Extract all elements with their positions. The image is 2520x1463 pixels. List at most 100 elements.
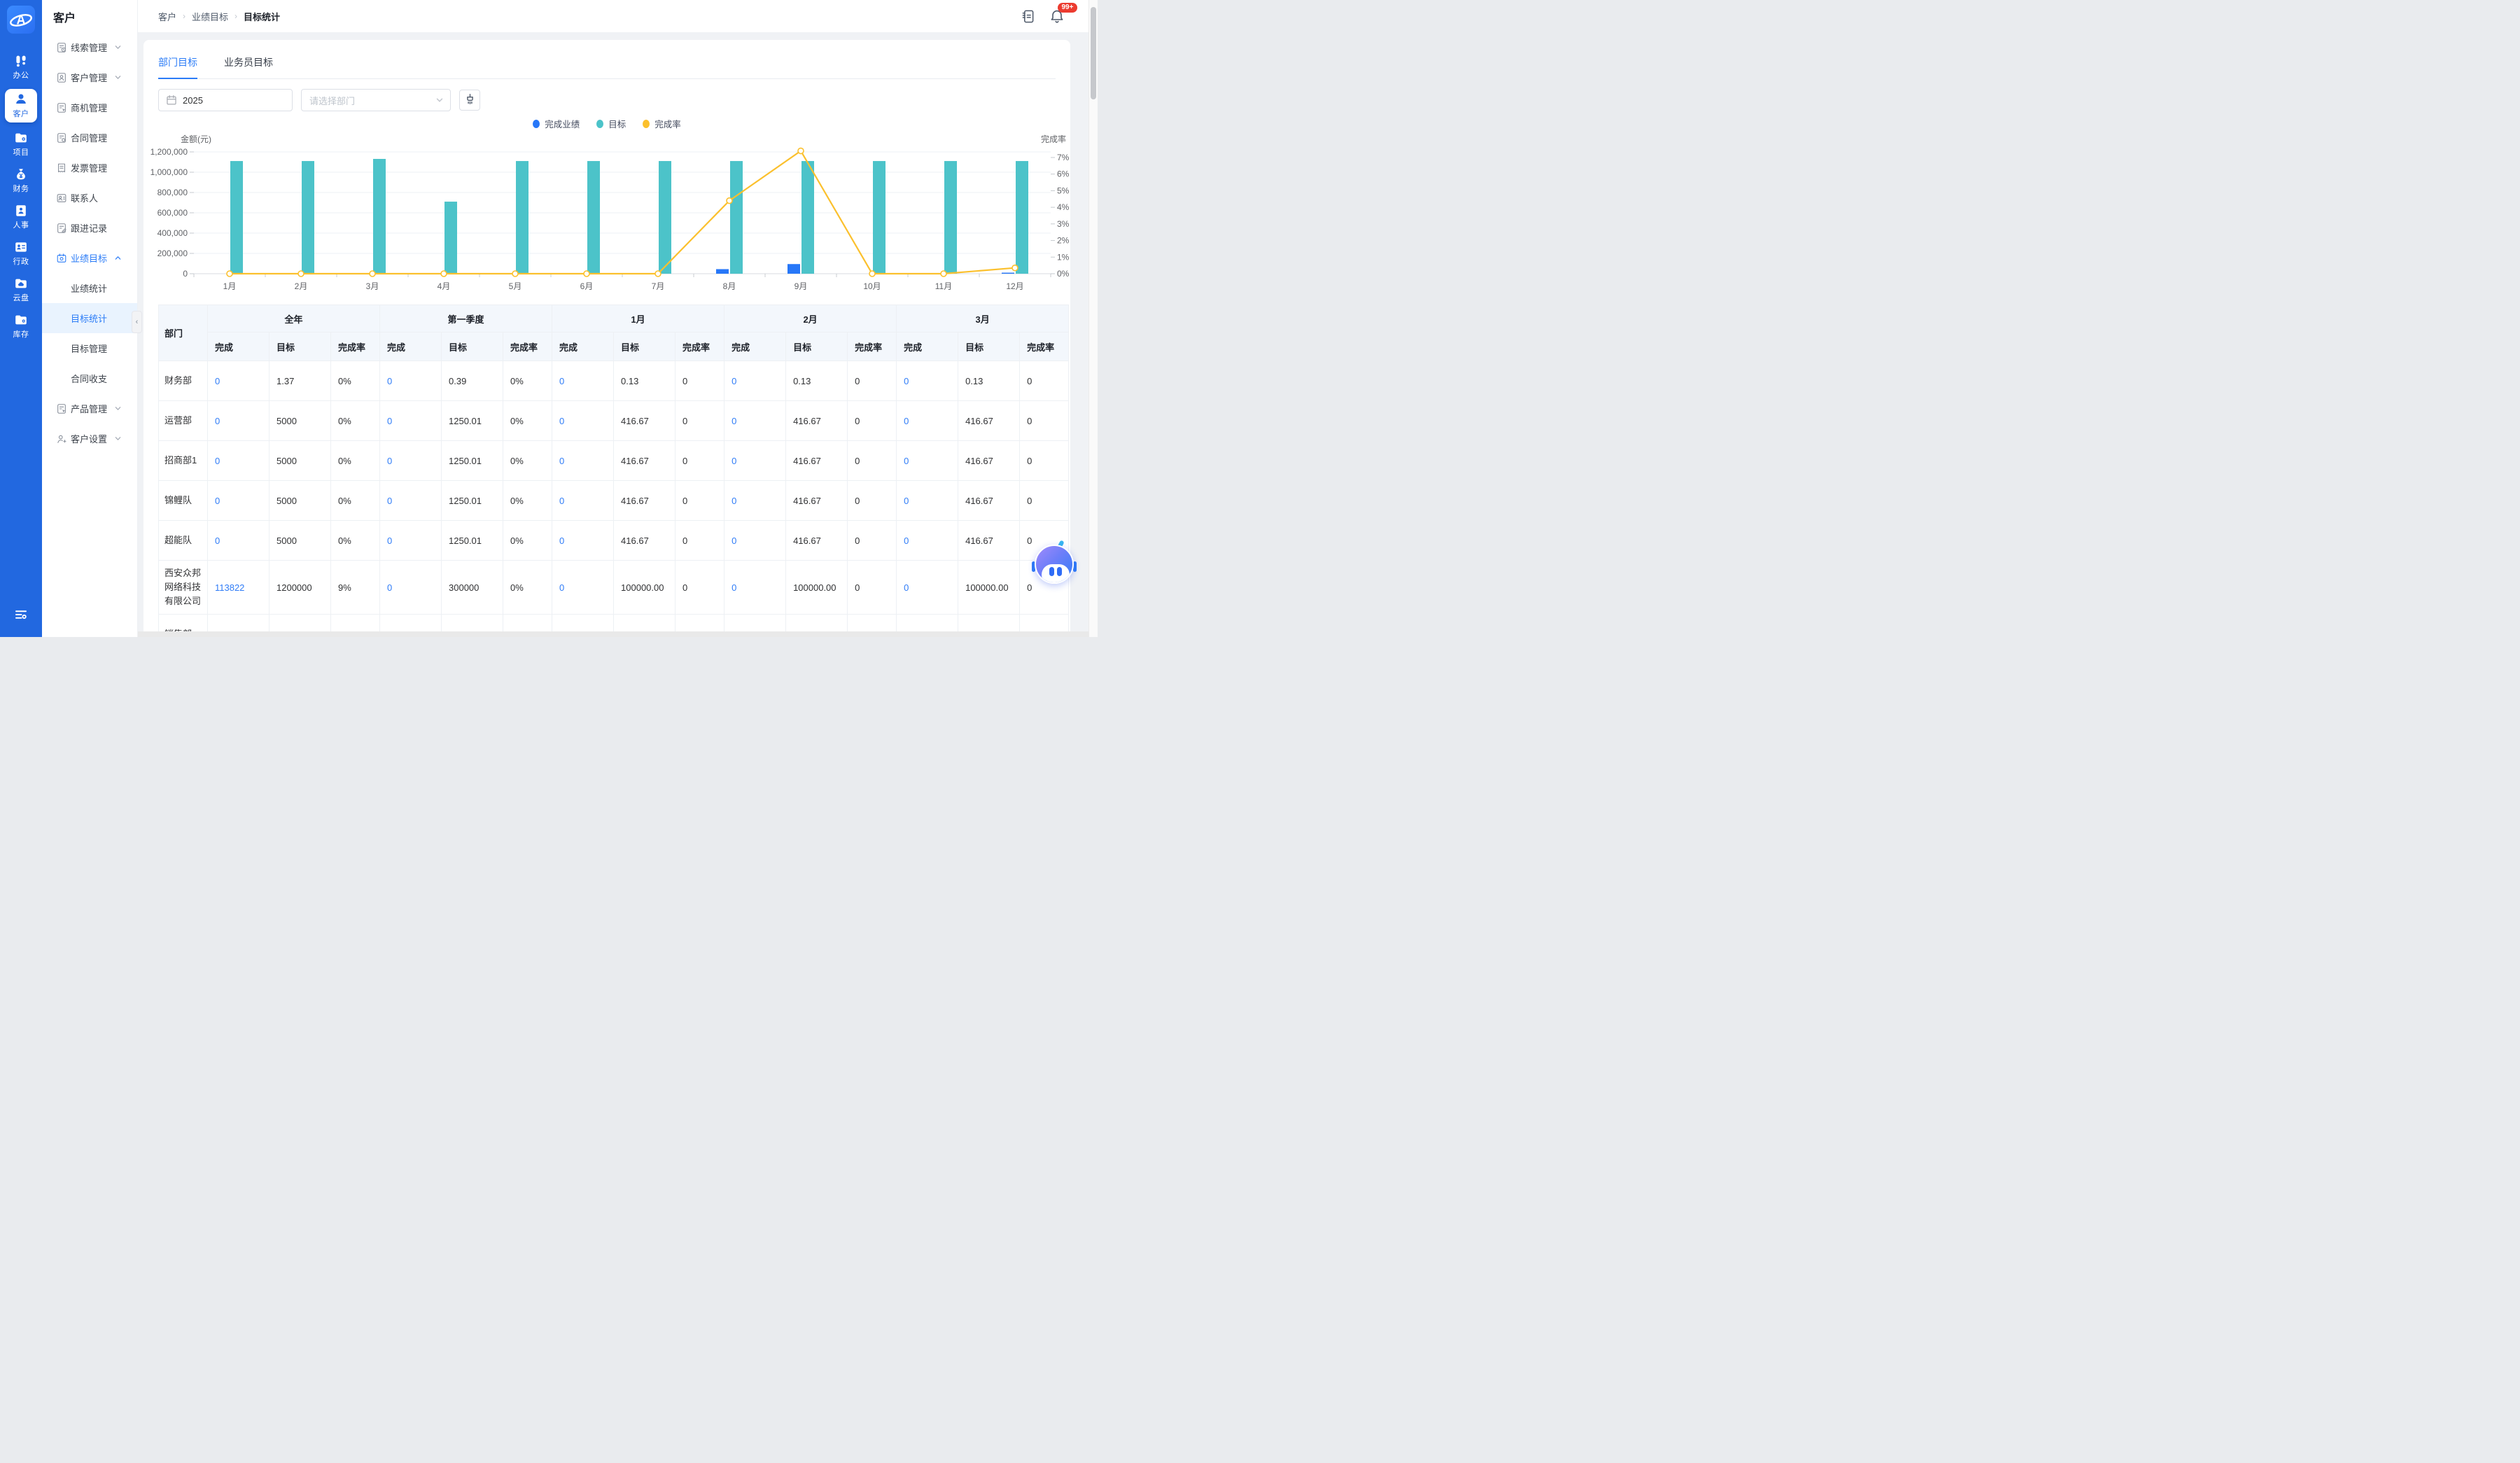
sidebar-item-follow-ups[interactable]: 跟进记录 — [42, 213, 137, 243]
completed-value-link[interactable]: 0 — [552, 401, 614, 441]
project-icon — [14, 131, 28, 145]
vertical-scrollbar-thumb[interactable] — [1091, 7, 1096, 99]
sidebar-item-products[interactable]: 产品管理 — [42, 393, 137, 424]
completed-value-link[interactable]: 0 — [897, 361, 958, 401]
completed-value-link[interactable]: 0 — [380, 441, 442, 481]
sidebar-collapse-handle[interactable]: ‹ — [132, 311, 142, 333]
horizontal-scrollbar[interactable] — [138, 631, 1089, 637]
rail-item-project[interactable]: 项目 — [0, 126, 42, 162]
id-card-icon — [56, 72, 67, 83]
rail-item-cloud-disk[interactable]: 云盘 — [0, 272, 42, 308]
vertical-scrollbar[interactable] — [1088, 0, 1098, 637]
completed-value-link[interactable]: 0 — [724, 521, 786, 561]
completed-value-link[interactable]: 0 — [897, 561, 958, 615]
sidebar-subitem-performance-stats[interactable]: 业绩统计 — [42, 273, 137, 303]
completion-rate-value: 0% — [503, 481, 552, 521]
sidebar-subitem-contract-income-expense[interactable]: 合同收支 — [42, 363, 137, 393]
completed-value-link[interactable]: 0 — [380, 481, 442, 521]
chevron-up-icon — [114, 254, 122, 262]
changelog-notebook-icon[interactable] — [1021, 9, 1035, 24]
rail-collapse-menu-icon[interactable] — [0, 608, 42, 622]
year-picker[interactable] — [158, 89, 293, 111]
completed-value-link[interactable]: 0 — [897, 401, 958, 441]
completion-rate-value: 0% — [331, 361, 380, 401]
completed-value-link[interactable]: 0 — [380, 401, 442, 441]
sidebar-item-contracts[interactable]: 合同管理 — [42, 122, 137, 153]
legend-item[interactable]: 完成业绩 — [533, 117, 580, 130]
sidebar-subitem-label: 目标管理 — [71, 342, 107, 355]
completed-value-link[interactable]: 0 — [380, 361, 442, 401]
rail-item-finance[interactable]: 财务 — [0, 162, 42, 199]
col-subheader: 目标 — [786, 332, 848, 361]
completion-rate-value: 0 — [676, 441, 724, 481]
col-subheader: 目标 — [270, 332, 331, 361]
bar-line-chart-canvas: 0200,000400,000600,000800,0001,000,0001,… — [144, 133, 1070, 305]
sidebar-item-label: 商机管理 — [71, 101, 107, 114]
target-value: 416.67 — [614, 441, 676, 481]
completed-value-link[interactable]: 0 — [208, 441, 270, 481]
sidebar-item-performance-target[interactable]: 业绩目标 — [42, 243, 137, 273]
sidebar-item-customers[interactable]: 客户管理 — [42, 62, 137, 92]
col-subheader: 完成 — [380, 332, 442, 361]
tab-department-target[interactable]: 部门目标 — [158, 41, 197, 78]
sidebar-item-opportunities[interactable]: 商机管理 — [42, 92, 137, 122]
completed-value-link[interactable]: 0 — [552, 561, 614, 615]
completion-rate-value: 0 — [848, 361, 897, 401]
app-logo[interactable]: A — [7, 6, 35, 34]
completed-value-link[interactable]: 0 — [552, 481, 614, 521]
col-subheader: 完成 — [552, 332, 614, 361]
completed-value-link[interactable]: 0 — [897, 441, 958, 481]
rail-item-inventory[interactable]: 库存 — [0, 308, 42, 344]
breadcrumb-item[interactable]: 业绩目标 — [192, 10, 228, 23]
breadcrumb-item[interactable]: 客户 — [158, 10, 176, 23]
rail-item-label: 云盘 — [13, 292, 29, 303]
completed-value-link[interactable]: 0 — [208, 401, 270, 441]
target-statistics-card: 部门目标业务员目标 请选择部门 — [144, 40, 1070, 637]
sidebar-item-invoices[interactable]: 发票管理 — [42, 153, 137, 183]
target-value: 300000 — [442, 561, 503, 615]
svg-text:10月: 10月 — [863, 281, 881, 291]
rail-item-admin[interactable]: 行政 — [0, 235, 42, 272]
completed-value-link[interactable]: 0 — [380, 561, 442, 615]
completion-rate-value: 0 — [848, 441, 897, 481]
target-value: 100000.00 — [614, 561, 676, 615]
svg-text:12月: 12月 — [1006, 281, 1023, 291]
completed-value-link[interactable]: 0 — [552, 441, 614, 481]
completed-value-link[interactable]: 0 — [552, 361, 614, 401]
completed-value-link[interactable]: 0 — [724, 441, 786, 481]
completed-value-link[interactable]: 0 — [724, 481, 786, 521]
sidebar-item-leads[interactable]: 线索管理 — [42, 32, 137, 62]
sidebar-subitem-target-stats[interactable]: 目标统计 — [42, 303, 137, 333]
notifications-bell-icon[interactable]: 99+ — [1050, 9, 1064, 24]
clear-filters-button[interactable] — [459, 90, 480, 111]
department-select[interactable]: 请选择部门 — [301, 89, 451, 111]
doc-arrow-icon — [56, 102, 67, 113]
legend-item[interactable]: 完成率 — [643, 117, 681, 130]
completed-value-link[interactable]: 113822 — [208, 561, 270, 615]
assistant-robot-widget[interactable] — [1033, 543, 1075, 585]
completed-value-link[interactable]: 0 — [208, 481, 270, 521]
sidebar-item-contacts[interactable]: 联系人 — [42, 183, 137, 213]
legend-item[interactable]: 目标 — [596, 117, 626, 130]
sidebar-item-customer-settings[interactable]: 客户设置 — [42, 424, 137, 454]
completed-value-link[interactable]: 0 — [897, 521, 958, 561]
completed-value-link[interactable]: 0 — [380, 521, 442, 561]
rail-item-customer[interactable]: 客户 — [0, 85, 42, 126]
sidebar-item-label: 客户设置 — [71, 432, 107, 445]
completed-value-link[interactable]: 0 — [552, 521, 614, 561]
completed-value-link[interactable]: 0 — [724, 561, 786, 615]
completed-value-link[interactable]: 0 — [208, 521, 270, 561]
completed-value-link[interactable]: 0 — [208, 361, 270, 401]
completion-rate-value: 0 — [676, 401, 724, 441]
completed-value-link[interactable]: 0 — [724, 401, 786, 441]
sidebar-subitem-target-management[interactable]: 目标管理 — [42, 333, 137, 363]
rail-item-office[interactable]: 办公 — [0, 49, 42, 85]
tab-salesman-target[interactable]: 业务员目标 — [224, 41, 273, 78]
rail-item-hr[interactable]: 人事 — [0, 199, 42, 235]
completed-value-link[interactable]: 0 — [724, 361, 786, 401]
completed-value-link[interactable]: 0 — [897, 481, 958, 521]
svg-text:6月: 6月 — [580, 281, 594, 291]
sidebar-subitem-label: 目标统计 — [71, 312, 107, 325]
year-input[interactable] — [181, 94, 268, 106]
target-table-wrap: 部门全年第一季度1月2月3月完成目标完成率完成目标完成率完成目标完成率完成目标完… — [158, 304, 1070, 637]
